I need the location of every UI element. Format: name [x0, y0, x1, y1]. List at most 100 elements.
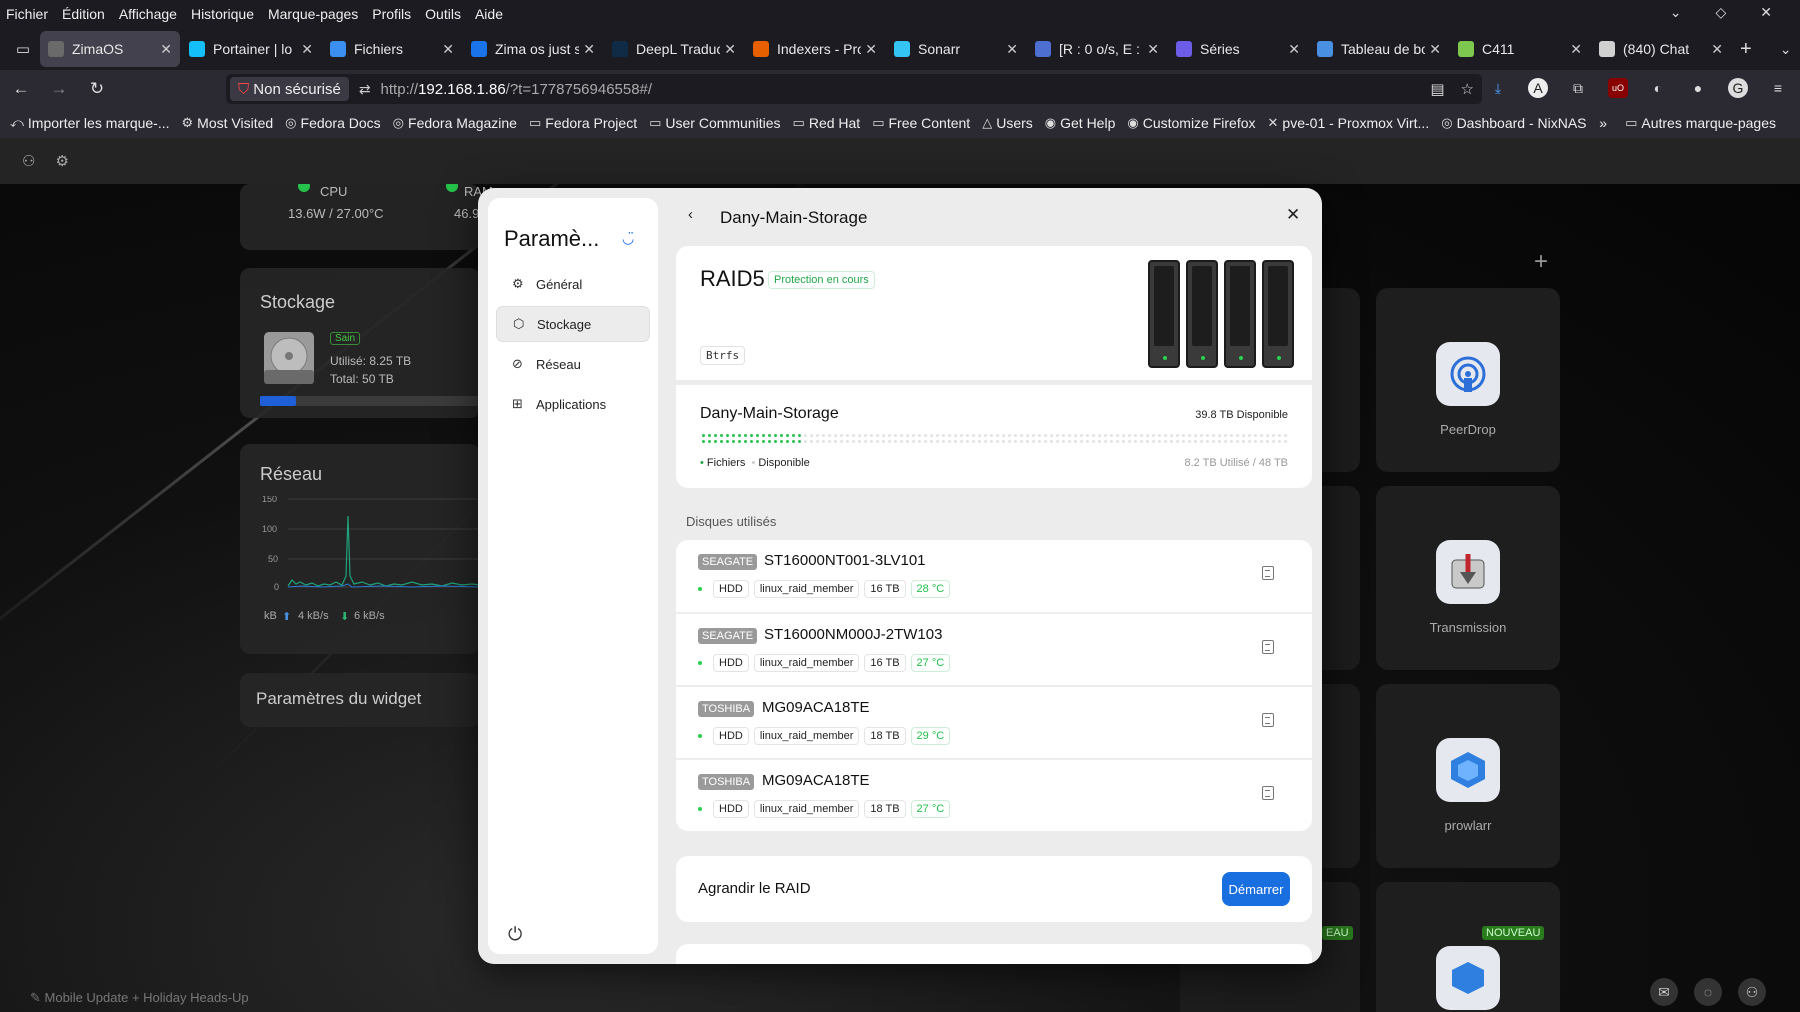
tab-close-icon[interactable]: ✕ — [583, 41, 595, 58]
tab-10[interactable]: C411 ✕ — [1450, 31, 1590, 67]
disk-row[interactable]: SEAGATE ST16000NM000J-2TW103 HDD linux_raid… — [676, 613, 1312, 685]
bookmark-star-icon[interactable]: ☆ — [1461, 80, 1474, 98]
nav-network[interactable]: ⊘ Réseau — [496, 346, 650, 382]
bookmark-item[interactable]: ▭ Free Content — [872, 115, 970, 131]
smiley-icon[interactable]: ◡̈ — [622, 230, 634, 247]
tab-2[interactable]: Fichiers ✕ — [322, 31, 462, 67]
minimize-icon[interactable]: ⌄ — [1670, 4, 1682, 21]
storage-widget[interactable]: Stockage Sain Utilisé: 8.25 TB Total: 50… — [240, 268, 480, 418]
tab-7[interactable]: [R : 0 o/s, E : 0 ✕ — [1027, 31, 1167, 67]
disk-row[interactable]: SEAGATE ST16000NT001-3LV101 HDD linux_raid_… — [676, 540, 1312, 612]
address-bar[interactable]: ⛉ Non sécurisé ⇄ http://192.168.1.86/?t=… — [226, 74, 1482, 104]
extension-icon[interactable]: ◐ — [1648, 78, 1668, 98]
disk-details-icon[interactable] — [1262, 786, 1274, 800]
bookmark-item[interactable]: ◉ Get Help — [1045, 115, 1116, 131]
user-icon[interactable]: ⚇ — [22, 152, 35, 170]
add-app-icon[interactable]: + — [1534, 248, 1548, 276]
disk-row[interactable]: TOSHIBA MG09ACA18TE HDD linux_raid_member 18… — [676, 686, 1312, 758]
news-footnote[interactable]: ✎ Mobile Update + Holiday Heads-Up — [30, 990, 249, 1006]
menu-edition[interactable]: Édition — [62, 6, 105, 22]
reload-icon[interactable]: ↻ — [80, 74, 114, 104]
disk-details-icon[interactable] — [1262, 640, 1274, 654]
widget-settings-button[interactable]: Paramètres du widget — [240, 673, 480, 727]
extensions-icon[interactable]: ⧉ — [1568, 78, 1588, 98]
tab-4[interactable]: DeepL Traduc ✕ — [604, 31, 744, 67]
disk-row[interactable]: TOSHIBA MG09ACA18TE HDD linux_raid_member 18… — [676, 759, 1312, 831]
nav-storage[interactable]: ⬡ Stockage — [496, 306, 650, 342]
bookmark-item[interactable]: △ Users — [982, 115, 1033, 131]
tab-1[interactable]: Portainer | lo ✕ — [181, 31, 321, 67]
back-chevron-icon[interactable]: ‹ — [688, 206, 693, 223]
tab-overview-icon[interactable]: ▭ — [6, 32, 40, 66]
extension-g-icon[interactable]: G — [1728, 78, 1748, 98]
more-bookmarks-icon[interactable]: » — [1599, 115, 1607, 131]
new-tab-icon[interactable]: + — [1740, 38, 1752, 61]
tab-close-icon[interactable]: ✕ — [1711, 41, 1723, 58]
bookmark-other-folder[interactable]: ▭ Autres marque-pages — [1625, 115, 1776, 131]
menu-fichier[interactable]: Fichier — [6, 6, 48, 22]
settings-gear-icon[interactable]: ⚙ — [55, 152, 68, 170]
nav-applications[interactable]: ⊞ Applications — [496, 386, 650, 422]
extension-dot-icon[interactable]: ● — [1688, 78, 1708, 98]
tab-close-icon[interactable]: ✕ — [1006, 41, 1018, 58]
tab-8[interactable]: Séries ✕ — [1168, 31, 1308, 67]
security-indicator[interactable]: ⛉ Non sécurisé — [230, 77, 349, 101]
tab-close-icon[interactable]: ✕ — [1429, 41, 1441, 58]
tab-6[interactable]: Sonarr ✕ — [886, 31, 1026, 67]
tab-close-icon[interactable]: ✕ — [1147, 41, 1159, 58]
bookmark-item[interactable]: ⚙ Most Visited — [182, 115, 274, 131]
start-button[interactable]: Démarrer — [1222, 872, 1290, 906]
nav-general[interactable]: ⚙ Général — [496, 266, 650, 302]
disk-details-icon[interactable] — [1262, 566, 1274, 580]
tab-close-icon[interactable]: ✕ — [724, 41, 736, 58]
power-icon[interactable]: ⏻ — [508, 924, 522, 945]
tab-close-icon[interactable]: ✕ — [1570, 41, 1582, 58]
app-card-prowlarr[interactable]: prowlarr — [1376, 684, 1560, 868]
ublock-icon[interactable]: uO — [1608, 78, 1628, 98]
menu-historique[interactable]: Historique — [191, 6, 254, 22]
bookmark-item[interactable]: ◎ Fedora Docs — [285, 115, 381, 131]
forward-icon[interactable]: → — [42, 74, 76, 104]
close-icon[interactable]: ✕ — [1286, 205, 1300, 225]
community-icon[interactable]: ⚇ — [1738, 978, 1766, 1006]
tab-close-icon[interactable]: ✕ — [301, 41, 313, 58]
close-window-icon[interactable]: ✕ — [1760, 4, 1772, 21]
bookmark-item[interactable]: ◎ Dashboard - NixNAS — [1441, 115, 1586, 131]
tab-9[interactable]: Tableau de bo ✕ — [1309, 31, 1449, 67]
tab-close-icon[interactable]: ✕ — [865, 41, 877, 58]
hamburger-menu-icon[interactable]: ≡ — [1768, 78, 1788, 98]
reader-view-icon[interactable]: ▤ — [1430, 80, 1444, 98]
menu-outils[interactable]: Outils — [425, 6, 461, 22]
permissions-icon[interactable]: ⇄ — [359, 81, 371, 98]
disk-details-icon[interactable] — [1262, 713, 1274, 727]
tab-3[interactable]: Zima os just s ✕ — [463, 31, 603, 67]
app-card-peerdrop[interactable]: PeerDrop — [1376, 288, 1560, 472]
account-icon[interactable]: A — [1528, 78, 1548, 98]
app-card-new[interactable]: NOUVEAU — [1376, 882, 1560, 1012]
menu-affichage[interactable]: Affichage — [119, 6, 177, 22]
tab-5[interactable]: Indexers - Pro ✕ — [745, 31, 885, 67]
tab-0[interactable]: ZimaOS ✕ — [40, 31, 180, 67]
mail-icon[interactable]: ✉ — [1650, 978, 1678, 1006]
tab-11[interactable]: (840) Chat ✕ — [1591, 31, 1731, 67]
bookmark-item[interactable]: ▭ Fedora Project — [529, 115, 637, 131]
downloads-icon[interactable]: ⤓ — [1488, 78, 1508, 98]
chat-icon[interactable]: ◌ — [1694, 978, 1722, 1006]
list-tabs-icon[interactable]: ⌄ — [1780, 41, 1792, 58]
bookmark-item[interactable]: ◎ Fedora Magazine — [393, 115, 517, 131]
bookmark-item[interactable]: ⤺ Importer les marque-... — [10, 115, 170, 131]
menu-aide[interactable]: Aide — [475, 6, 503, 22]
menu-marque-pages[interactable]: Marque-pages — [268, 6, 358, 22]
menu-profils[interactable]: Profils — [372, 6, 411, 22]
bookmark-item[interactable]: ✕ pve-01 - Proxmox Virt... — [1268, 115, 1430, 131]
bookmark-item[interactable]: ▭ Red Hat — [793, 115, 861, 131]
bookmark-item[interactable]: ▭ User Communities — [649, 115, 780, 131]
maximize-icon[interactable]: ◇ — [1715, 4, 1726, 21]
tab-close-icon[interactable]: ✕ — [160, 41, 172, 58]
tab-close-icon[interactable]: ✕ — [442, 41, 454, 58]
tab-close-icon[interactable]: ✕ — [1288, 41, 1300, 58]
back-icon[interactable]: ← — [4, 74, 38, 104]
bookmark-item[interactable]: ◉ Customize Firefox — [1127, 115, 1255, 131]
network-widget[interactable]: Réseau 150 100 50 0 kB ⬆ 4 kB/s ⬇ 6 kB/s — [240, 444, 480, 654]
app-card-transmission[interactable]: Transmission — [1376, 486, 1560, 670]
